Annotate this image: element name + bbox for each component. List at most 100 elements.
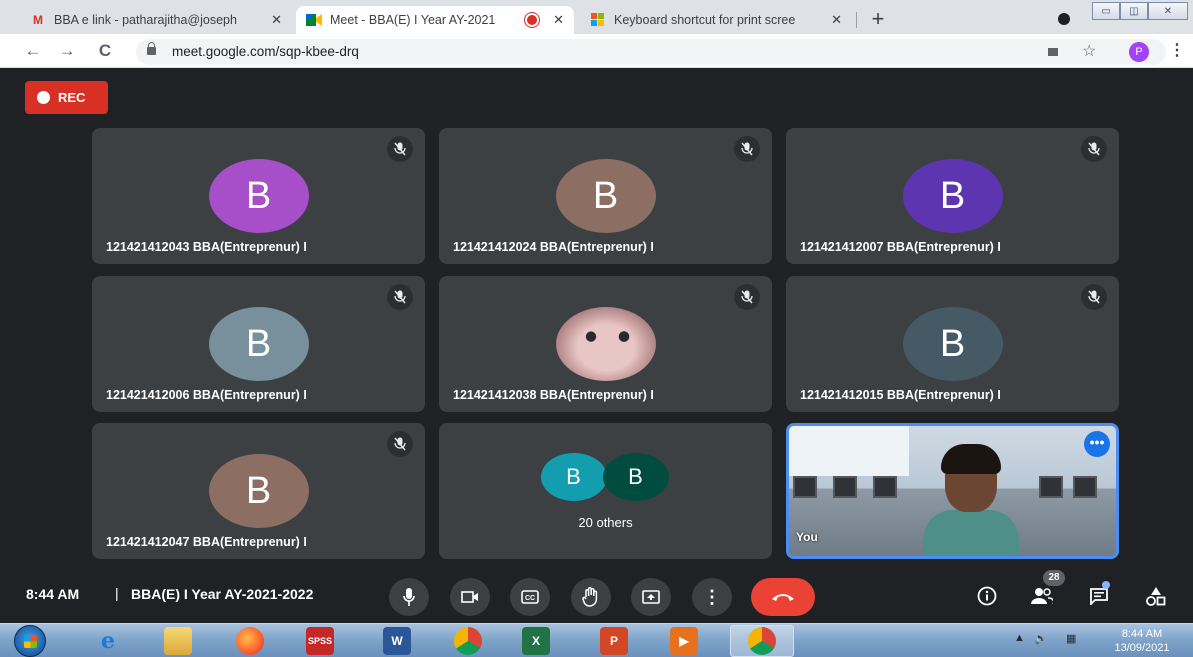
camera-button[interactable] (450, 578, 490, 616)
windows-taskbar: e SPSS W X P ▶ ▲ 🔈 ▦ 8:44 AM 13/09/2021 (0, 623, 1193, 657)
participant-name: 121421412038 BBA(Entreprenur) I (453, 388, 654, 402)
close-tab-icon[interactable]: ✕ (271, 12, 282, 28)
taskbar-clock[interactable]: 8:44 AM 13/09/2021 (1102, 627, 1182, 655)
browser-tab-bar: M BBA e link - patharajitha@joseph ✕ Mee… (0, 0, 1193, 34)
self-video-tile[interactable]: ••• You (786, 423, 1119, 559)
participant-name: 121421412006 BBA(Entreprenur) I (106, 388, 307, 402)
participant-name: 121421412043 BBA(Entreprenur) I (106, 240, 307, 254)
forward-arrow-icon[interactable]: → (56, 40, 78, 62)
network-icon[interactable]: ▦ (1066, 632, 1076, 645)
close-tab-icon[interactable]: ✕ (553, 12, 564, 28)
others-avatars: B B (540, 453, 671, 503)
participant-tile[interactable]: B 121421412007 BBA(Entreprenur) I (786, 128, 1119, 264)
mic-off-icon (387, 431, 413, 457)
tab-meet[interactable]: Meet - BBA(E) I Year AY-2021 ✕ (296, 6, 574, 34)
mic-off-icon (734, 136, 760, 162)
avatar: B (208, 454, 309, 528)
tab-title: Meet - BBA(E) I Year AY-2021 (330, 13, 496, 27)
record-dot-icon (37, 91, 50, 104)
captions-button[interactable]: CC (510, 578, 550, 616)
excel-icon[interactable]: X (522, 627, 550, 655)
avatar: B (902, 159, 1003, 233)
video-background (1073, 476, 1097, 498)
tab-gmail[interactable]: M BBA e link - patharajitha@joseph ✕ (20, 6, 292, 34)
people-icon (1031, 588, 1053, 604)
close-window-button[interactable]: ✕ (1148, 2, 1188, 20)
others-tile[interactable]: B B 20 others (439, 423, 772, 559)
new-tab-button[interactable]: + (866, 8, 890, 32)
video-person-body (923, 510, 1019, 556)
more-options-icon[interactable]: ⋮ (692, 578, 732, 616)
close-tab-icon[interactable]: ✕ (831, 12, 842, 28)
participant-count-badge: 28 (1043, 570, 1065, 586)
chrome-icon[interactable] (454, 627, 482, 655)
meeting-controls-bar: 8:44 AM | BBA(E) I Year AY-2021-2022 CC … (0, 566, 1193, 622)
volume-icon[interactable]: 🔈 (1034, 632, 1048, 645)
mic-off-icon (1081, 136, 1107, 162)
participant-name: 121421412015 BBA(Entreprenur) I (800, 388, 1001, 402)
browser-menu-icon[interactable]: ⋮ (1169, 40, 1185, 60)
participant-tile[interactable]: B 121421412047 BBA(Entreprenur) I (92, 423, 425, 559)
taskbar-time: 8:44 AM (1121, 628, 1163, 640)
back-arrow-icon[interactable]: ← (22, 40, 44, 62)
chat-notification-dot (1102, 581, 1110, 589)
more-options-button[interactable]: ••• (1084, 431, 1110, 457)
svg-text:CC: CC (525, 595, 535, 602)
meeting-info-button[interactable] (973, 582, 1001, 610)
spss-icon[interactable]: SPSS (306, 627, 334, 655)
mic-off-icon (734, 284, 760, 310)
video-background (789, 426, 909, 476)
camera-in-use-icon[interactable] (1048, 48, 1058, 56)
video-background (793, 476, 817, 498)
mic-off-icon (387, 284, 413, 310)
present-icon (642, 590, 660, 604)
minimize-button[interactable]: ▭ (1092, 2, 1120, 20)
start-button[interactable] (14, 625, 46, 657)
firefox-icon[interactable] (236, 627, 264, 655)
end-call-button[interactable] (751, 578, 815, 616)
activities-icon (1146, 587, 1166, 606)
taskbar-date: 13/09/2021 (1114, 642, 1170, 654)
avatar: B (602, 453, 669, 501)
url-text[interactable]: meet.google.com/sqp-kbee-drq (172, 44, 359, 59)
meeting-title: BBA(E) I Year AY-2021-2022 (131, 586, 314, 602)
recording-indicator-icon (527, 15, 538, 25)
avatar: B (902, 307, 1003, 381)
people-button[interactable] (1028, 582, 1056, 610)
meet-icon (306, 13, 322, 27)
tab-keyboard-shortcut[interactable]: Keyboard shortcut for print scree ✕ (580, 6, 852, 34)
present-screen-button[interactable] (631, 578, 671, 616)
avatar (555, 307, 656, 381)
reload-icon[interactable]: C (94, 40, 116, 62)
bookmark-star-icon[interactable]: ☆ (1082, 41, 1096, 61)
chrome-profile-icon[interactable] (748, 627, 776, 655)
participant-tile[interactable]: B 121421412043 BBA(Entreprenur) I (92, 128, 425, 264)
participant-tile[interactable]: 121421412038 BBA(Entreprenur) I (439, 276, 772, 412)
powerpoint-icon[interactable]: P (600, 627, 628, 655)
tab-separator (856, 12, 857, 28)
participant-tile[interactable]: B 121421412015 BBA(Entreprenur) I (786, 276, 1119, 412)
recording-badge[interactable]: REC (25, 81, 108, 114)
microsoft-icon (590, 13, 606, 27)
mic-off-icon (387, 136, 413, 162)
video-background (833, 476, 857, 498)
avatar: B (208, 159, 309, 233)
raise-hand-button[interactable] (571, 578, 611, 616)
gmail-icon: M (33, 13, 43, 27)
internet-explorer-icon[interactable]: e (94, 627, 122, 655)
media-player-icon[interactable]: ▶ (670, 627, 698, 655)
word-icon[interactable]: W (383, 627, 411, 655)
profile-avatar[interactable]: P (1129, 42, 1149, 62)
file-explorer-icon[interactable] (164, 627, 192, 655)
microphone-button[interactable] (389, 578, 429, 616)
participant-tile[interactable]: B 121421412024 BBA(Entreprenur) I (439, 128, 772, 264)
omnibox[interactable]: meet.google.com/sqp-kbee-drq ☆ P (136, 39, 1166, 65)
self-video-person (923, 444, 1019, 556)
activities-button[interactable] (1142, 582, 1170, 610)
hang-up-icon (772, 594, 794, 601)
tray-expand-icon[interactable]: ▲ (1014, 632, 1025, 644)
avatar: B (555, 159, 656, 233)
maximize-button[interactable]: ◫ (1120, 2, 1148, 20)
chrome-extension-icon[interactable] (1058, 13, 1070, 25)
participant-tile[interactable]: B 121421412006 BBA(Entreprenur) I (92, 276, 425, 412)
